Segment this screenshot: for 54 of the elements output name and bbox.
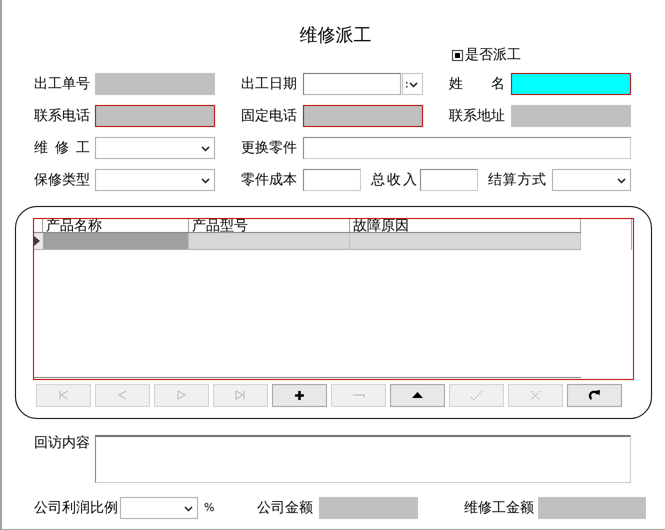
refresh-icon [588,389,601,402]
dropdown-field[interactable] [552,169,631,191]
field-label: 公司利润比例 [34,499,119,518]
text-field[interactable] [303,137,631,159]
navigator-button[interactable] [567,384,622,407]
next-icon [175,389,188,402]
chevron-down-icon [616,176,627,184]
column-header[interactable]: 故障原因 [350,219,581,232]
unit-label: % [204,500,216,516]
text-field[interactable] [420,169,478,191]
current-row-icon [34,236,40,246]
column-header[interactable]: 产品型号 [189,219,350,232]
field-label: 回访内容 [34,434,91,453]
table-cell[interactable] [43,233,189,249]
text-area[interactable] [95,435,631,483]
dropdown-field[interactable] [95,137,215,159]
chevron-down-icon [200,144,211,152]
table-cell[interactable] [189,233,350,249]
field-label: 零件成本 [241,171,297,190]
cancel-icon [529,389,542,402]
field-label: 姓 名 [449,75,505,94]
field-label: 结算方式 [488,171,546,190]
navigator-button[interactable] [390,384,445,407]
field-label: 固定电话 [241,107,297,126]
date-field[interactable] [303,73,401,95]
column-header[interactable]: 产品名称 [43,219,189,232]
table-cell[interactable] [350,233,581,249]
chevron-down-icon [183,504,194,512]
window-title: 维修派工 [298,24,372,48]
last-record-icon [234,389,247,402]
dropdown-field[interactable] [120,497,198,519]
previous-icon [116,389,129,402]
checkbox[interactable] [452,50,463,61]
field-label: 联系地址 [449,107,505,126]
text-field[interactable] [511,73,631,95]
first-record-icon [57,389,70,402]
navigator-button[interactable] [272,384,327,407]
chevron-down-icon [200,176,211,184]
field-label: 出工日期 [241,75,297,94]
field-label: 总收入 [371,171,417,190]
field-label: 联系电话 [34,107,90,126]
chevron-down-icon [405,80,420,88]
field-label: 出工单号 [34,75,90,94]
field-label: 公司金额 [257,499,314,518]
dropdown-field[interactable] [95,169,215,191]
checkmark-icon [470,389,483,402]
field-label: 维 修 工 [34,139,90,158]
field-label: 维修工金额 [464,499,535,518]
date-dropdown-button[interactable] [402,73,423,95]
checkbox-label: 是否派工 [465,47,521,64]
field-label: 保修类型 [34,171,90,190]
text-field[interactable] [303,169,361,191]
field-label: 更换零件 [241,139,297,158]
plus-icon [293,389,306,402]
